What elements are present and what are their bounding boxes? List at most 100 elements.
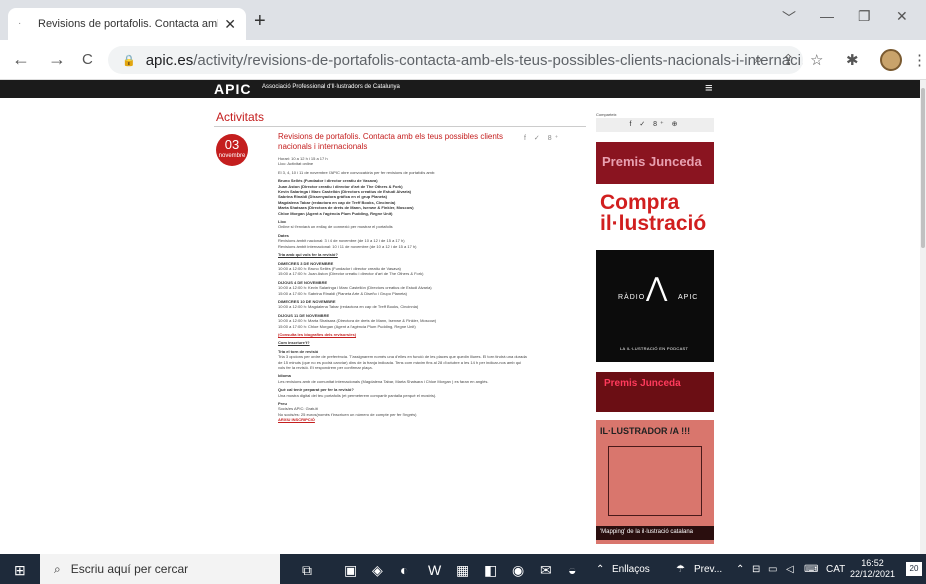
article-text: 15:00 a 17:00 h: Juan Aston (Director cr… <box>278 271 424 277</box>
share-icons-bar[interactable]: f ✓ 8⁺ ⊕ <box>596 118 714 132</box>
extensions-icon[interactable]: ✱ <box>846 51 859 69</box>
article-text: Tria 3 opcions per ordre de preferència.… <box>278 354 527 370</box>
compra-illustracio-banner[interactable]: Compra il·lustració <box>596 192 714 240</box>
new-tab-button[interactable]: + <box>254 10 266 33</box>
tray-chevron-icon[interactable]: ⌃ <box>736 564 744 575</box>
favicon-icon: · <box>18 18 22 29</box>
illustration-image <box>608 446 702 516</box>
article-text: 15:00 a 17:00 h: Chloe Morgan (Agent a l… <box>278 323 416 329</box>
weather-icon[interactable]: ☂ <box>676 564 685 575</box>
premis-junceda-banner-2[interactable]: Premis Junceda <box>596 372 714 412</box>
section-title: Activitats <box>216 110 265 124</box>
scrollbar-thumb[interactable] <box>921 88 925 248</box>
date-badge: 03 novembre <box>216 134 248 166</box>
banner-text: RÀDIO <box>618 294 646 301</box>
tray-label[interactable]: Prev... <box>694 564 722 575</box>
address-bar[interactable]: 🔒 apic.es/activity/revisions-de-portafol… <box>108 46 803 74</box>
biographies-link[interactable]: (Consulta les biografies dels revisors/e… <box>278 332 528 337</box>
article-subheading: Com inscriure't? <box>278 340 310 346</box>
maximize-button[interactable]: ❐ <box>858 8 871 25</box>
mapping-banner[interactable]: IL·LUSTRADOR /A !!! 'Mapping' de la il·l… <box>596 420 714 544</box>
back-button[interactable]: ← <box>12 49 30 70</box>
clock[interactable]: 16:52 22/12/2021 <box>850 558 895 580</box>
menu-kebab-icon[interactable]: ⋮ <box>912 51 926 69</box>
article-heading: DIMECRES 3 DE NOVEMBRE <box>278 260 334 266</box>
url-path: /activity/revisions-de-portafolis-contac… <box>193 51 803 69</box>
bookmark-star-icon[interactable]: ☆ <box>810 51 823 69</box>
clock-time: 16:52 <box>861 558 884 568</box>
banner-text: Compra <box>600 191 680 214</box>
tab-close-button[interactable]: ✕ <box>224 16 236 33</box>
mail-icon[interactable]: ✉ <box>540 562 552 579</box>
browser-tab[interactable]: · Revisions de portafolis. Contacta amb … <box>8 8 246 40</box>
keyboard-icon[interactable]: ⌨ <box>804 564 818 575</box>
network-icon[interactable]: ⊟ <box>752 564 760 575</box>
edge-icon[interactable]: ◐ <box>400 562 408 578</box>
tray-label[interactable]: Enllaços <box>612 564 650 575</box>
chevron-up-icon[interactable]: ⌃ <box>596 564 604 575</box>
date-month: novembre <box>218 153 246 159</box>
article-text: Socis/es APIC: Gratuït <box>278 406 318 412</box>
app-icon[interactable]: ◈ <box>372 562 383 579</box>
volume-icon[interactable]: ◁ <box>786 564 794 575</box>
reviewer-item: Chloe Morgan (Agent a l'agència Plum Pud… <box>278 210 393 216</box>
article-heading: Preu <box>278 401 287 407</box>
zoom-icon[interactable]: ⌕ <box>754 51 762 68</box>
inscription-link[interactable]: ARXIU INSCRIPCIÓ <box>278 417 315 422</box>
article-text: No socis/es: 25 euros(només t'inscriuen … <box>278 411 417 417</box>
reviewer-item: Bruno Sellés (Fundador i director creati… <box>278 178 378 184</box>
article-body: Horari: 10 a 12 h i 15 a 17 h Lloc: Activ… <box>278 156 528 426</box>
close-window-button[interactable]: ✕ <box>896 8 908 25</box>
word-icon[interactable]: W <box>428 562 441 578</box>
article-text: Horari: 10 a 12 h i 15 a 17 h <box>278 156 328 161</box>
banner-text: Premis Junceda <box>602 154 702 169</box>
share-icon[interactable]: ⇪ <box>782 51 795 69</box>
minimize-button[interactable]: — <box>820 8 834 24</box>
article-share-icons[interactable]: f ✓ 8⁺ <box>524 134 561 142</box>
article-heading: DIMECRES 10 DE NOVEMBRE <box>278 298 336 304</box>
banner-caption: 'Mapping' de la il·lustració catalana <box>596 526 714 540</box>
reload-button[interactable]: C <box>82 51 93 68</box>
search-icon: ⌕ <box>54 561 61 576</box>
url-host: apic.es <box>145 51 194 69</box>
app-icon[interactable]: ▦ <box>456 562 469 579</box>
site-logo[interactable]: APIC <box>214 81 251 97</box>
tab-strip: · Revisions de portafolis. Contacta amb … <box>0 0 926 40</box>
search-placeholder: Escriu aquí per cercar <box>70 562 189 576</box>
article-heading: Lloc <box>278 219 287 225</box>
forward-button[interactable]: → <box>48 49 66 70</box>
firefox-icon[interactable]: ◒ <box>568 562 576 578</box>
task-view-icon[interactable]: ⧉ <box>302 562 312 579</box>
article-heading: DIJOUS 11 DE NOVEMBRE <box>278 312 330 318</box>
taskbar-search-box[interactable]: ⌕ Escriu aquí per cercar <box>40 554 280 584</box>
article-title: Revisions de portafolis. Contacta amb el… <box>278 132 503 151</box>
banner-text: APIC <box>678 294 699 301</box>
reviewer-item: Kevin Salaringa i Marc Castellón (Direct… <box>278 189 412 195</box>
windows-taskbar: ⊞ ⌕ Escriu aquí per cercar ⧉ ▣ ◈ ◐ W ▦ ◧… <box>0 554 926 584</box>
windows-start-icon[interactable]: ⊞ <box>14 562 26 579</box>
premis-junceda-banner[interactable]: Premis Junceda <box>596 142 714 184</box>
banner-caption: LA IL·LUSTRACIÓ EN PODCAST <box>620 346 689 351</box>
article-text: 15:00 a 17:00 h: Sabrina Rinaldi (Planet… <box>278 290 407 296</box>
language-indicator[interactable]: CAT <box>826 564 845 575</box>
article-text: 10:00 a 12:00 h: Magdalena Tabar (redact… <box>278 304 419 310</box>
article-heading: Idioma <box>278 373 291 379</box>
display-icon[interactable]: ▭ <box>768 564 777 575</box>
site-logo-subtitle: Associació Professional d'Il·lustradors … <box>262 84 400 90</box>
tab-search-button[interactable]: ﹀ <box>782 8 796 28</box>
hamburger-menu-icon[interactable]: ≡ <box>705 80 713 95</box>
radio-apic-banner[interactable]: ⋀ RÀDIO APIC LA IL·LUSTRACIÓ EN PODCAST <box>596 250 714 362</box>
divider <box>214 126 586 127</box>
chrome-icon[interactable]: ◉ <box>512 562 524 579</box>
browser-toolbar: ← → C 🔒 apic.es/activity/revisions-de-po… <box>0 40 926 80</box>
app-icon[interactable]: ▣ <box>344 562 357 579</box>
article-subheading: Tria amb qui vols fer la revisió? <box>278 252 338 258</box>
lock-icon: 🔒 <box>122 54 136 67</box>
notifications-badge[interactable]: 20 <box>906 562 922 576</box>
article-text: Online si t'enviarà un enllaç de connexi… <box>278 224 393 230</box>
site-header: APIC Associació Professional d'Il·lustra… <box>0 80 920 98</box>
share-label: Comparteix <box>596 112 617 117</box>
app-icon[interactable]: ◧ <box>484 562 497 579</box>
profile-avatar[interactable] <box>880 49 902 71</box>
banner-text: IL·LUSTRADOR /A !!! <box>600 426 691 436</box>
